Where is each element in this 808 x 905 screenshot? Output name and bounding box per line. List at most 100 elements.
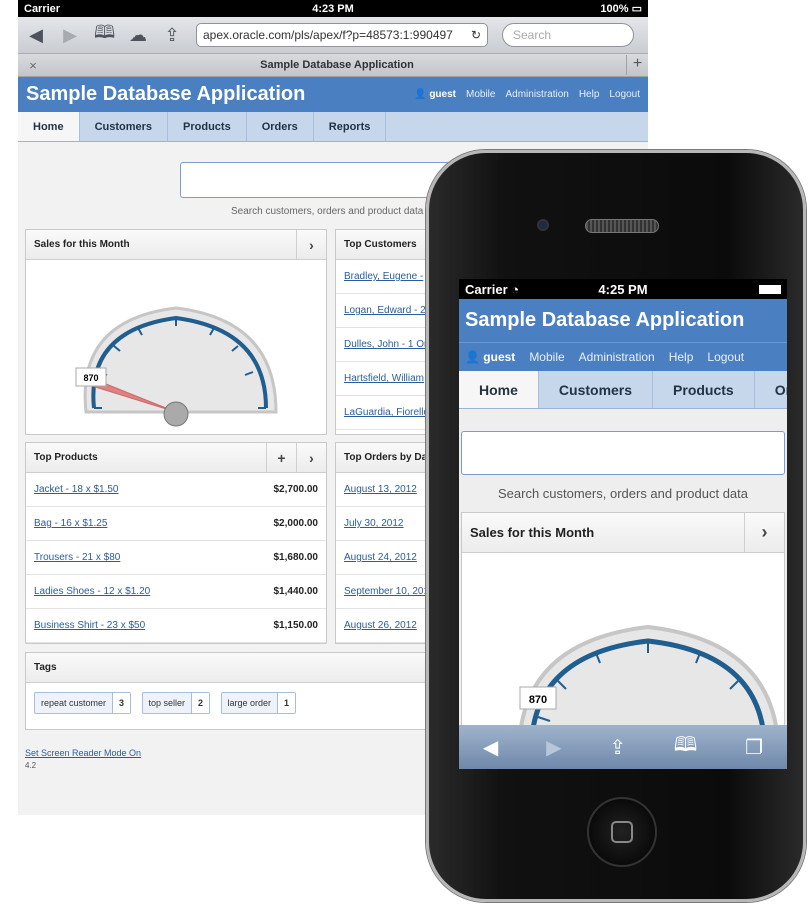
- product-amount: $2,700.00: [273, 484, 319, 495]
- back-icon[interactable]: ◀: [26, 25, 46, 46]
- tab-products[interactable]: Products: [653, 371, 755, 408]
- tabs-icon[interactable]: ❐: [745, 735, 763, 760]
- order-link[interactable]: August 26, 2012: [344, 620, 417, 631]
- bookmarks-icon[interactable]: 🕮: [674, 730, 698, 764]
- battery-icon: ▭: [631, 3, 642, 15]
- product-link[interactable]: Trousers - 21 x $80: [34, 552, 120, 563]
- panel-header: Sales for this Month ›: [26, 229, 326, 260]
- order-link[interactable]: August 13, 2012: [344, 484, 417, 495]
- product-amount: $2,000.00: [273, 518, 319, 529]
- tag-chip[interactable]: top seller 2: [141, 692, 211, 714]
- order-link[interactable]: August 24, 2012: [344, 552, 417, 563]
- administration-link[interactable]: Administration: [505, 89, 568, 100]
- battery-label: 100% ▭: [600, 3, 642, 15]
- share-icon[interactable]: ⇪: [609, 735, 626, 760]
- home-button[interactable]: [587, 797, 657, 867]
- product-link[interactable]: Business Shirt - 23 x $50: [34, 620, 145, 631]
- order-link[interactable]: July 30, 2012: [344, 518, 404, 529]
- app-tabs: Home Customers Products Orders Reports: [18, 112, 648, 142]
- tab-products[interactable]: Products: [168, 112, 247, 141]
- close-tab-icon[interactable]: ×: [18, 58, 48, 73]
- clock: 4:25 PM: [598, 281, 648, 297]
- search-hint: Search customers, orders and product dat…: [231, 206, 424, 217]
- screen-reader-link[interactable]: Set Screen Reader Mode On: [25, 748, 141, 758]
- ipad-status-bar: Carrier 4:23 PM 100% ▭: [18, 0, 648, 17]
- app-title: Sample Database Application: [459, 299, 787, 343]
- user-icon: 👤: [465, 350, 480, 364]
- bookmarks-icon[interactable]: 🕮: [94, 20, 115, 50]
- tab-home[interactable]: Home: [18, 112, 80, 141]
- chevron-right-icon[interactable]: ›: [296, 442, 326, 473]
- panel-title: Top Orders by Dat: [344, 452, 431, 463]
- header-nav: 👤 guest Mobile Administration Help Logou…: [459, 343, 787, 371]
- panel-header: Top Products + ›: [26, 442, 326, 473]
- gauge-hub: [163, 401, 189, 427]
- mobile-link[interactable]: Mobile: [466, 89, 495, 100]
- user-link[interactable]: 👤 guest: [414, 89, 456, 100]
- gauge-value: 870: [83, 373, 98, 383]
- panel-title: Sales for this Month: [34, 239, 130, 250]
- safari-toolbar: ◀ ▶ ⇪ 🕮 ❐: [459, 725, 787, 769]
- product-amount: $1,150.00: [273, 620, 319, 631]
- product-link[interactable]: Jacket - 18 x $1.50: [34, 484, 119, 495]
- share-icon[interactable]: ⇪: [162, 25, 182, 46]
- customer-link[interactable]: LaGuardia, Fiorello: [344, 407, 429, 418]
- customer-link[interactable]: Bradley, Eugene -: [344, 271, 423, 282]
- new-tab-button[interactable]: +: [626, 55, 648, 75]
- iphone-status-bar: Carrier ◔ 4:25 PM: [459, 279, 787, 299]
- tag-count: 3: [112, 693, 131, 713]
- help-link[interactable]: Help: [579, 89, 600, 100]
- tab-customers[interactable]: Customers: [80, 112, 169, 141]
- table-row: Bag - 16 x $1.25 $2,000.00: [26, 507, 326, 541]
- gauge-value: 870: [529, 694, 547, 706]
- customer-link[interactable]: Logan, Edward - 2: [344, 305, 426, 316]
- logout-link[interactable]: Logout: [707, 350, 744, 364]
- forward-icon[interactable]: ▶: [60, 25, 80, 46]
- table-row: Jacket - 18 x $1.50 $2,700.00: [26, 473, 326, 507]
- tag-chip[interactable]: repeat customer 3: [34, 692, 132, 714]
- customer-link[interactable]: Dulles, John - 1 Or: [344, 339, 427, 350]
- cloud-icon[interactable]: ☁: [128, 25, 148, 46]
- tag-chip[interactable]: large order 1: [220, 692, 297, 714]
- order-link[interactable]: September 10, 201: [344, 586, 429, 597]
- browser-tab-title[interactable]: Sample Database Application: [48, 59, 626, 71]
- back-icon[interactable]: ◀: [483, 735, 498, 760]
- mobile-link[interactable]: Mobile: [529, 350, 564, 364]
- panel-title: Top Products: [34, 452, 98, 463]
- tab-orders[interactable]: Ord: [755, 371, 787, 408]
- forward-icon[interactable]: ▶: [546, 735, 561, 760]
- carrier-label: Carrier: [24, 2, 61, 15]
- user-icon: 👤: [414, 89, 427, 100]
- panel-title: Tags: [34, 662, 57, 673]
- add-icon[interactable]: +: [266, 442, 296, 473]
- chevron-right-icon[interactable]: ›: [744, 512, 784, 553]
- administration-link[interactable]: Administration: [579, 350, 655, 364]
- customer-link[interactable]: Hartsfield, William: [344, 373, 424, 384]
- speaker-grille: [585, 219, 659, 233]
- panel-header: Sales for this Month ›: [462, 512, 784, 553]
- camera-icon: [537, 219, 549, 231]
- product-link[interactable]: Bag - 16 x $1.25: [34, 518, 107, 529]
- help-link[interactable]: Help: [669, 350, 694, 364]
- iphone-screen: Carrier ◔ 4:25 PM Sample Database Applic…: [459, 279, 787, 769]
- reload-icon[interactable]: ↻: [471, 28, 481, 42]
- address-bar[interactable]: apex.oracle.com/pls/apex/f?p=48573:1:990…: [196, 23, 488, 47]
- tab-orders[interactable]: Orders: [247, 112, 314, 141]
- search-input[interactable]: [461, 431, 785, 475]
- tab-customers[interactable]: Customers: [539, 371, 654, 408]
- browser-tab-bar: × Sample Database Application +: [18, 54, 648, 77]
- product-link[interactable]: Ladies Shoes - 12 x $1.20: [34, 586, 150, 597]
- version-label: 4.2: [25, 761, 37, 770]
- sales-panel: Sales for this Month › 870: [25, 229, 327, 435]
- header-nav: 👤 guest Mobile Administration Help Logou…: [414, 89, 640, 100]
- tag-count: 2: [191, 693, 210, 713]
- browser-search-field[interactable]: Search: [502, 23, 634, 47]
- logout-link[interactable]: Logout: [609, 89, 640, 100]
- user-link[interactable]: 👤 guest: [465, 350, 515, 364]
- sales-gauge: 870: [75, 306, 278, 427]
- gauge-face: [83, 306, 278, 414]
- tab-reports[interactable]: Reports: [314, 112, 387, 141]
- product-amount: $1,440.00: [273, 586, 319, 597]
- chevron-right-icon[interactable]: ›: [296, 229, 326, 260]
- tab-home[interactable]: Home: [459, 371, 539, 408]
